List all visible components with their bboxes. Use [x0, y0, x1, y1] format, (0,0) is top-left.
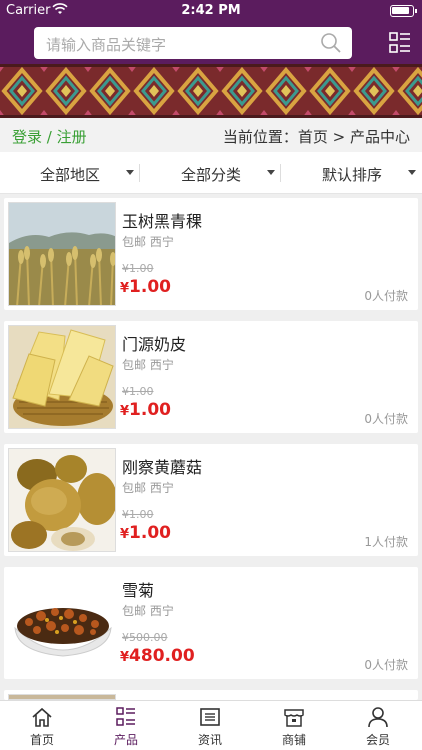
header: 请输入商品关键字: [0, 22, 422, 64]
currency-symbol: ¥: [120, 650, 130, 665]
filter-region-label: 全部地区: [40, 166, 101, 184]
search-icon[interactable]: [320, 32, 342, 54]
filter-sort[interactable]: 默认排序: [282, 152, 422, 194]
filter-bar: 全部地区 全部分类 默认排序: [0, 152, 422, 194]
price-value: 1.00: [129, 400, 171, 420]
original-price: ¥1.00: [122, 262, 154, 275]
product-meta: 包邮 西宁: [122, 604, 174, 618]
tab-member-label: 会员: [365, 733, 390, 747]
product-list-icon: [116, 707, 135, 726]
sale-price: ¥1.00: [120, 523, 171, 543]
product-card[interactable]: [4, 690, 418, 700]
battery-icon: [390, 5, 417, 17]
currency-symbol: ¥: [120, 281, 130, 296]
tab-products[interactable]: 产品: [84, 701, 168, 750]
decorative-banner: [0, 64, 422, 118]
caret-down-icon: [126, 170, 134, 175]
product-card[interactable]: 门源奶皮 包邮 西宁 ¥1.00 ¥1.00 0人付款: [4, 321, 418, 433]
status-bar: Carrier 2:42 PM: [0, 0, 422, 22]
tab-news[interactable]: 资讯: [168, 701, 252, 750]
price-value: 1.00: [129, 277, 171, 297]
price-value: 480.00: [129, 646, 195, 666]
login-breadcrumb-row: 登录 / 注册 当前位置：首页 > 产品中心: [0, 118, 422, 152]
product-name: 雪菊: [122, 581, 155, 600]
paid-count: 0人付款: [364, 658, 408, 672]
product-name: 刚察黄蘑菇: [122, 458, 203, 477]
caret-down-icon: [267, 170, 275, 175]
original-price: ¥1.00: [122, 508, 154, 521]
product-card[interactable]: 雪菊 包邮 西宁 ¥500.00 ¥480.00 0人付款: [4, 567, 418, 679]
breadcrumb: 当前位置：首页 > 产品中心: [222, 128, 410, 146]
product-image-snow-chrysanthemum: [8, 571, 116, 675]
filter-region[interactable]: 全部地区: [0, 152, 140, 194]
news-icon: [200, 708, 220, 726]
paid-count: 1人付款: [364, 535, 408, 549]
home-icon: [32, 707, 52, 727]
filter-category[interactable]: 全部分类: [141, 152, 281, 194]
product-card[interactable]: 玉树黑青稞 包邮 西宁 ¥1.00 ¥1.00 0人付款: [4, 198, 418, 310]
product-name: 玉树黑青稞: [122, 212, 203, 231]
product-meta: 包邮 西宁: [122, 481, 174, 495]
tab-products-label: 产品: [113, 733, 138, 747]
tab-bar: 首页 产品 资讯 商铺 会员: [0, 700, 422, 750]
product-image-milk-skin: [8, 325, 116, 429]
product-card[interactable]: 刚察黄蘑菇 包邮 西宁 ¥1.00 ¥1.00 1人付款: [4, 444, 418, 556]
sale-price: ¥1.00: [120, 277, 171, 297]
caret-down-icon: [408, 170, 416, 175]
product-meta: 包邮 西宁: [122, 235, 174, 249]
currency-symbol: ¥: [120, 404, 130, 419]
shop-icon: [284, 709, 304, 727]
sale-price: ¥480.00: [120, 646, 195, 666]
product-name: 门源奶皮: [122, 335, 187, 354]
product-image-barley: [8, 202, 116, 306]
price-value: 1.00: [129, 523, 171, 543]
tab-shop[interactable]: 商铺: [252, 701, 336, 750]
paid-count: 0人付款: [364, 412, 408, 426]
tab-home[interactable]: 首页: [0, 701, 84, 750]
product-meta: 包邮 西宁: [122, 358, 174, 372]
filter-category-label: 全部分类: [181, 166, 242, 184]
paid-count: 0人付款: [364, 289, 408, 303]
search-input[interactable]: 请输入商品关键字: [34, 27, 352, 59]
tab-news-label: 资讯: [197, 733, 222, 747]
member-icon: [368, 707, 388, 728]
tab-member[interactable]: 会员: [336, 701, 420, 750]
search-placeholder: 请输入商品关键字: [46, 36, 167, 54]
product-image-mushroom: [8, 448, 116, 552]
original-price: ¥500.00: [122, 631, 168, 644]
tab-home-label: 首页: [29, 733, 54, 747]
clock: 2:42 PM: [181, 3, 241, 18]
currency-symbol: ¥: [120, 527, 130, 542]
tab-shop-label: 商铺: [281, 733, 306, 747]
sale-price: ¥1.00: [120, 400, 171, 420]
category-menu-icon[interactable]: [388, 31, 412, 55]
login-register-link[interactable]: 登录 / 注册: [12, 126, 87, 147]
original-price: ¥1.00: [122, 385, 154, 398]
divider: [280, 164, 281, 182]
filter-sort-label: 默认排序: [322, 166, 383, 184]
divider: [139, 164, 140, 182]
